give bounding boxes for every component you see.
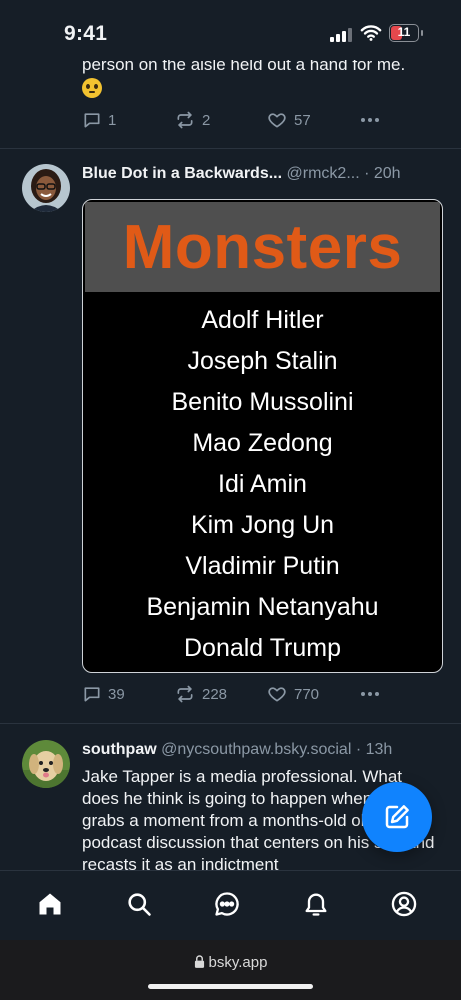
list-item: Mao Zedong [192,429,333,457]
more-icon [361,692,379,696]
image-title-banner: Monsters [85,202,440,294]
battery-icon: 11 [389,24,419,42]
nav-profile[interactable] [387,887,421,921]
author-handle[interactable]: @rmck2... [287,165,360,182]
home-indicator[interactable] [148,984,313,989]
notifications-icon [305,893,327,916]
list-item: Adolf Hitler [201,306,324,334]
like-button[interactable]: 57 [266,110,311,130]
post-divider [0,148,461,149]
reply-count: 39 [108,685,125,703]
avatar[interactable] [22,164,70,212]
cellular-signal-icon [330,28,352,42]
heart-icon [268,687,286,702]
battery-nub [421,30,423,36]
repost-button[interactable]: 2 [174,110,210,130]
address-field[interactable]: bsky.app [0,954,461,971]
more-options-button[interactable] [358,684,382,704]
nav-search[interactable] [122,887,156,921]
wifi-icon [360,25,382,41]
avatar[interactable] [22,740,70,788]
repost-count: 2 [202,111,211,129]
profile-icon [391,891,417,917]
list-item: Vladimir Putin [185,552,340,580]
like-count: 770 [294,685,320,703]
author-handle[interactable]: @nycsouthpaw.bsky.social [161,741,351,758]
reply-count: 1 [108,111,117,129]
repost-icon [177,111,193,129]
list-item: Benito Mussolini [171,388,354,416]
status-bar: 9:41 11 [0,0,461,60]
list-item: Idi Amin [218,470,307,498]
compose-icon [385,805,409,829]
author-name[interactable]: Blue Dot in a Backwards... [82,165,282,182]
compose-button[interactable] [362,782,432,852]
reply-icon [84,687,100,702]
post-actions: 39 228 770 [82,684,422,708]
reply-button[interactable]: 1 [82,110,116,130]
list-item: Kim Jong Un [190,511,335,539]
browser-url-bar: bsky.app [0,940,461,1000]
post-text: person on the aisle held out a hand for … [82,54,442,98]
list-item: Joseph Stalin [187,347,338,375]
post-image[interactable]: Monsters Adolf Hitler Joseph Stalin Beni… [82,199,443,673]
search-icon [128,893,151,916]
nav-chat[interactable] [210,887,244,921]
chat-icon [215,892,239,916]
nav-home[interactable] [33,887,67,921]
reply-icon [84,113,100,128]
list-item: Donald Trump [183,634,342,662]
bottom-navigation [0,870,461,941]
like-button[interactable]: 770 [266,684,319,704]
status-time: 9:41 [64,22,108,45]
author-name[interactable]: southpaw [82,741,157,758]
reply-button[interactable]: 39 [82,684,125,704]
repost-button[interactable]: 228 [174,684,227,704]
avatar-image [22,740,70,788]
post-actions: 1 2 57 [82,110,422,134]
post-timestamp: · 13h [355,741,393,758]
repost-count: 228 [202,685,228,703]
home-icon [39,893,61,915]
post-timestamp: · 20h [364,165,401,182]
pleading-face-emoji [82,77,102,98]
post-header: southpaw @nycsouthpaw.bsky.social · 13h [82,741,447,759]
feed: person on the aisle held out a hand for … [0,0,461,870]
list-item: Benjamin Netanyahu [146,593,379,621]
avatar-image [22,164,70,212]
repost-icon [177,685,193,703]
post-header: Blue Dot in a Backwards... @rmck2... · 2… [82,165,447,183]
heart-icon [268,113,286,128]
like-count: 57 [294,111,311,129]
more-icon [361,118,379,122]
url-text: bsky.app [208,954,268,971]
nav-notifications[interactable] [299,887,333,921]
post-divider [0,723,461,724]
image-title: Monsters [122,212,403,282]
battery-percent: 11 [397,25,411,39]
more-options-button[interactable] [358,110,382,130]
lock-icon [194,955,204,968]
image-name-list: Adolf Hitler Joseph Stalin Benito Mussol… [83,300,442,669]
